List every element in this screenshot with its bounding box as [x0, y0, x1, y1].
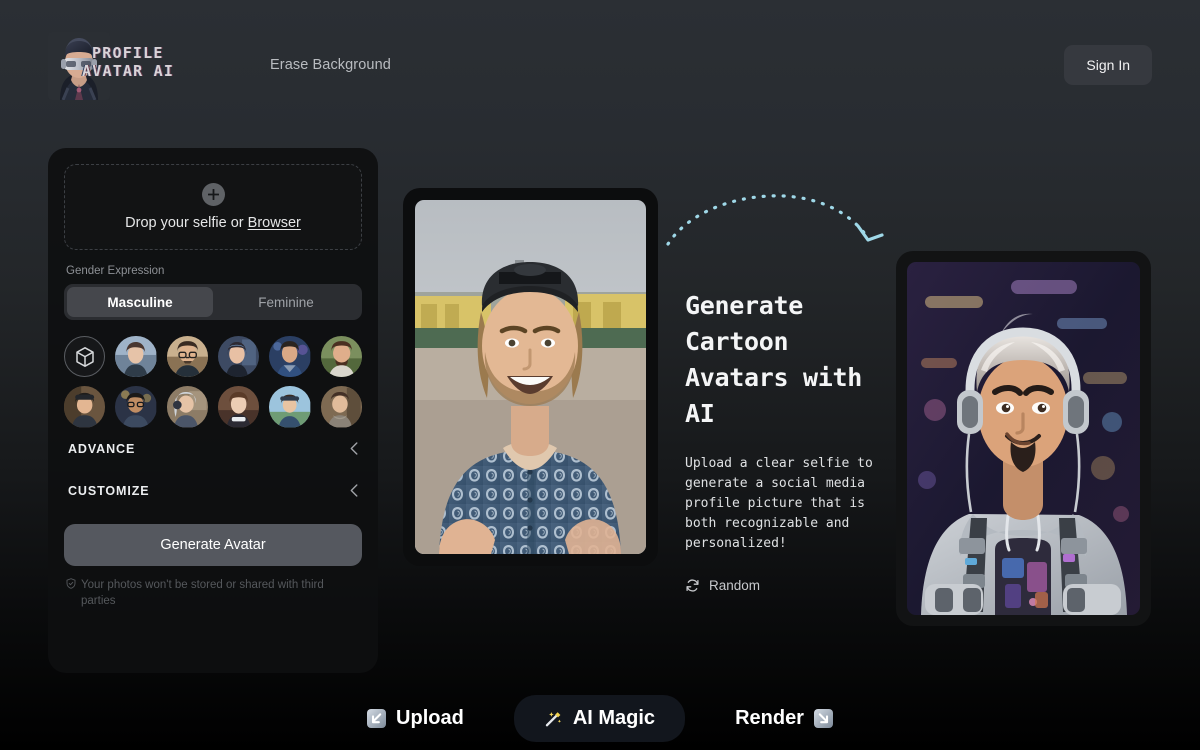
style-thumb-2[interactable]: [166, 336, 208, 378]
dropzone-text: Drop your selfie or: [125, 215, 248, 231]
style-thumb-11[interactable]: [320, 386, 362, 428]
source-photo-image: [415, 200, 646, 554]
generate-avatar-button[interactable]: Generate Avatar: [64, 523, 362, 566]
file-dropzone[interactable]: Drop your selfie or Browser: [64, 164, 362, 250]
cube-3d-icon: [73, 345, 97, 369]
browse-link[interactable]: Browser: [248, 215, 301, 231]
style-thumb-8[interactable]: [166, 386, 208, 428]
sign-in-button[interactable]: Sign In: [1064, 45, 1152, 85]
style-thumb-9[interactable]: [217, 386, 260, 428]
gender-option-feminine[interactable]: Feminine: [213, 287, 359, 317]
random-button[interactable]: Random: [685, 578, 881, 593]
bottom-upload-label: Upload: [396, 706, 464, 729]
brand-line-1: PROFILE: [92, 44, 164, 62]
magic-wand-emoji-icon: [544, 709, 563, 728]
style-thumb-7[interactable]: [115, 386, 157, 428]
style-random-cube-button[interactable]: [64, 336, 106, 378]
shield-check-icon: [66, 577, 76, 609]
dashed-curved-arrow-icon: [660, 190, 890, 252]
result-avatar-image: [907, 262, 1140, 615]
style-thumbnail-grid: [64, 336, 362, 428]
bottom-render-label: Render: [735, 706, 804, 729]
gender-expression-toggle[interactable]: Masculine Feminine: [64, 284, 362, 320]
top-header: PROFILE AVATAR AI Erase Background Sign …: [0, 0, 1200, 130]
accordion-advance[interactable]: ADVANCE: [64, 428, 362, 470]
refresh-icon: [685, 578, 700, 593]
showcase-copy: Generate Cartoon Avatars with AI Upload …: [685, 288, 881, 593]
nav-erase-background[interactable]: Erase Background: [270, 57, 391, 73]
bottom-ai-magic-button[interactable]: AI Magic: [513, 694, 686, 742]
style-thumb-1[interactable]: [115, 336, 157, 378]
style-thumb-10[interactable]: [269, 386, 311, 428]
source-photo-card: [403, 188, 658, 566]
gender-expression-label: Gender Expression: [66, 265, 165, 277]
style-thumb-6[interactable]: [64, 386, 106, 428]
chevron-left-icon: [350, 483, 358, 499]
controls-panel: Drop your selfie or Browser Gender Expre…: [48, 148, 378, 673]
chevron-left-icon: [350, 441, 358, 457]
showcase-headline: Generate Cartoon Avatars with AI: [685, 291, 863, 428]
accordion-customize[interactable]: CUSTOMIZE: [64, 470, 362, 512]
privacy-text: Your photos won't be stored or shared wi…: [81, 578, 324, 607]
brand-logo[interactable]: PROFILE AVATAR AI: [48, 30, 198, 100]
brand-wordmark: PROFILE AVATAR AI: [82, 44, 174, 80]
result-avatar-card: [896, 251, 1151, 626]
privacy-notice: Your photos won't be stored or shared wi…: [64, 577, 362, 609]
arrow-down-right-emoji-icon: [813, 708, 833, 728]
bottom-ai-magic-label: AI Magic: [572, 706, 656, 729]
dropzone-label: Drop your selfie or Browser: [125, 215, 301, 231]
style-thumb-5[interactable]: [320, 336, 362, 378]
bottom-action-bar: Upload AI Magic Render: [0, 686, 1200, 750]
arrow-down-left-emoji-icon: [367, 708, 387, 728]
style-thumb-4[interactable]: [269, 336, 311, 378]
plus-icon: [201, 183, 225, 206]
style-thumb-3[interactable]: [217, 336, 260, 378]
showcase-body: Upload a clear selfie to generate a soci…: [685, 456, 873, 551]
accordion-customize-label: CUSTOMIZE: [68, 484, 150, 499]
bottom-render-button[interactable]: Render: [735, 695, 833, 742]
accordion-advance-label: ADVANCE: [68, 442, 136, 457]
gender-option-masculine[interactable]: Masculine: [67, 287, 213, 317]
brand-line-2: AVATAR AI: [82, 62, 175, 80]
random-label: Random: [709, 578, 761, 593]
bottom-upload-button[interactable]: Upload: [367, 695, 464, 742]
